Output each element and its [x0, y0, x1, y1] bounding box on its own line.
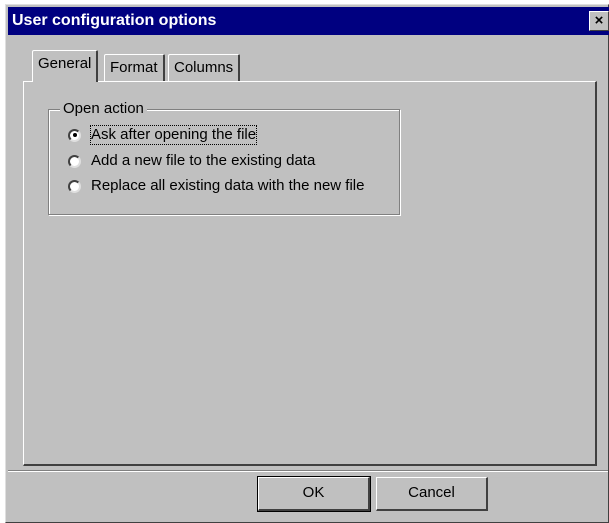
- radio-button[interactable]: [68, 179, 81, 193]
- tab-general[interactable]: General: [32, 50, 99, 82]
- radio-replace-all-data[interactable]: Replace all existing data with the new f…: [68, 176, 365, 196]
- close-icon: ×: [594, 12, 604, 29]
- radio-label: Ask after opening the file: [89, 125, 258, 145]
- radio-button[interactable]: [68, 154, 81, 168]
- radio-label: Replace all existing data with the new f…: [91, 177, 365, 194]
- open-action-legend: Open action: [60, 100, 147, 118]
- radio-button-checked[interactable]: [68, 128, 81, 142]
- tab-columns[interactable]: Columns: [168, 54, 241, 82]
- ok-button[interactable]: OK: [257, 476, 371, 512]
- radio-ask-after-opening[interactable]: Ask after opening the file: [68, 125, 258, 145]
- close-button[interactable]: ×: [589, 11, 609, 31]
- cancel-button[interactable]: Cancel: [376, 477, 488, 511]
- radio-label: Add a new file to the existing data: [91, 152, 316, 169]
- button-divider: [8, 470, 608, 472]
- radio-add-new-file[interactable]: Add a new file to the existing data: [68, 151, 315, 171]
- tab-format[interactable]: Format: [104, 54, 165, 82]
- dialog-title: User configuration options: [12, 12, 217, 29]
- title-bar[interactable]: User configuration options ×: [8, 7, 609, 35]
